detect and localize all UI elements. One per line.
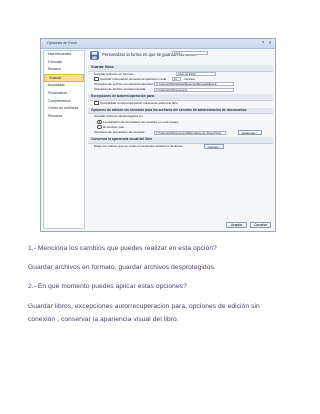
format-label: Guardar archivos en formato: bbox=[94, 71, 135, 76]
nav-item-revision[interactable]: Revisión bbox=[44, 66, 84, 74]
close-icon[interactable]: × bbox=[267, 40, 273, 46]
autorecover-label: Guardar información de Autorrecuperación… bbox=[100, 76, 167, 81]
radio-server-label: La ubicación de borradores del servidor … bbox=[103, 119, 179, 124]
question-1: 1.- Menciona los cambios que puedes real… bbox=[28, 245, 217, 252]
server-drafts-input[interactable]: C:\Users\CIS\Documents\Borradores de Sha… bbox=[154, 130, 226, 135]
nav-item-avanzadas[interactable]: Avanzadas bbox=[44, 82, 84, 90]
nav-item-recursos[interactable]: Recursos bbox=[44, 113, 84, 121]
disable-autorecover-checkbox[interactable] bbox=[94, 100, 99, 106]
server-drafts-row: Ubicación de borradores del servidor: C:… bbox=[88, 130, 273, 136]
autorecover-checkbox[interactable] bbox=[94, 76, 99, 82]
location-input[interactable]: C:\Users\CIS\AppData\Roaming\Microsoft\E… bbox=[154, 82, 234, 87]
ok-button[interactable]: Aceptar bbox=[226, 222, 247, 228]
exception-book-select[interactable]: Libro1 bbox=[172, 50, 208, 55]
section-exceptions-label: Excepciones de autorrecuperación para: bbox=[91, 94, 155, 99]
answer-2-line-1: Guardar libros, excepciones autorrecuper… bbox=[28, 303, 260, 310]
answer-1: Guardar archivos en formato, guardar arc… bbox=[28, 264, 216, 271]
nav-item-formulas[interactable]: Fórmulas bbox=[44, 59, 84, 67]
default-location-input[interactable]: C:\Users\CIS\Documents bbox=[154, 87, 234, 92]
browse-button[interactable]: Examinar... bbox=[238, 130, 262, 136]
options-content: Personalizar la forma en que se guardan … bbox=[88, 50, 273, 217]
autorecover-minutes-input[interactable]: 10 bbox=[172, 77, 181, 82]
nav-item-frecuentes[interactable]: Más frecuentes bbox=[44, 51, 84, 59]
save-disk-icon bbox=[90, 51, 99, 60]
default-location-label: Ubicación de archivo predeterminada: bbox=[94, 87, 147, 92]
radio-server[interactable] bbox=[97, 119, 102, 125]
nav-item-guardar[interactable]: Guardar bbox=[44, 73, 84, 83]
nav-item-confianza[interactable]: Centro de confianza bbox=[44, 105, 84, 113]
colors-row: Elegir los colores que se verán en versi… bbox=[88, 144, 273, 149]
colors-label: Elegir los colores que se verán en versi… bbox=[94, 143, 183, 148]
answer-2-line-2: conexión , conservar la apariencia visua… bbox=[28, 316, 179, 323]
format-select[interactable]: Libro de Excel bbox=[176, 72, 216, 77]
nav-item-complementos[interactable]: Complementos bbox=[44, 98, 84, 106]
radio-web[interactable] bbox=[97, 124, 102, 130]
default-location-row: Ubicación de archivo predeterminada: C:\… bbox=[88, 87, 273, 92]
excel-options-screenshot: Opciones de Excel ? × Más frecuentes Fór… bbox=[40, 38, 276, 232]
question-2: 2.- En qué momento puedes aplicar estas … bbox=[28, 283, 187, 290]
help-icon[interactable]: ? bbox=[260, 40, 266, 46]
checked-out-label: Guardar archivos desprotegidos en: bbox=[94, 114, 144, 119]
location-label: Ubicación de archivo con Autorrecuperaci… bbox=[94, 81, 156, 86]
options-nav: Más frecuentes Fórmulas Revisión Guardar… bbox=[43, 50, 85, 229]
dialog-title: Opciones de Excel bbox=[47, 41, 77, 45]
colors-button[interactable]: Colores... bbox=[204, 143, 224, 149]
server-drafts-label: Ubicación de borradores del servidor: bbox=[94, 130, 146, 134]
disable-autorecover-label: Deshabilitar Autorrecuperación solamente… bbox=[100, 100, 178, 105]
radio-web-label: El servidor web bbox=[103, 124, 125, 129]
dialog-titlebar: Opciones de Excel ? × bbox=[41, 39, 275, 49]
nav-item-personalizar[interactable]: Personalizar bbox=[44, 90, 84, 98]
disable-autorecover-row: Deshabilitar Autorrecuperación solamente… bbox=[88, 100, 273, 106]
cancel-button[interactable]: Cancelar bbox=[250, 222, 271, 228]
